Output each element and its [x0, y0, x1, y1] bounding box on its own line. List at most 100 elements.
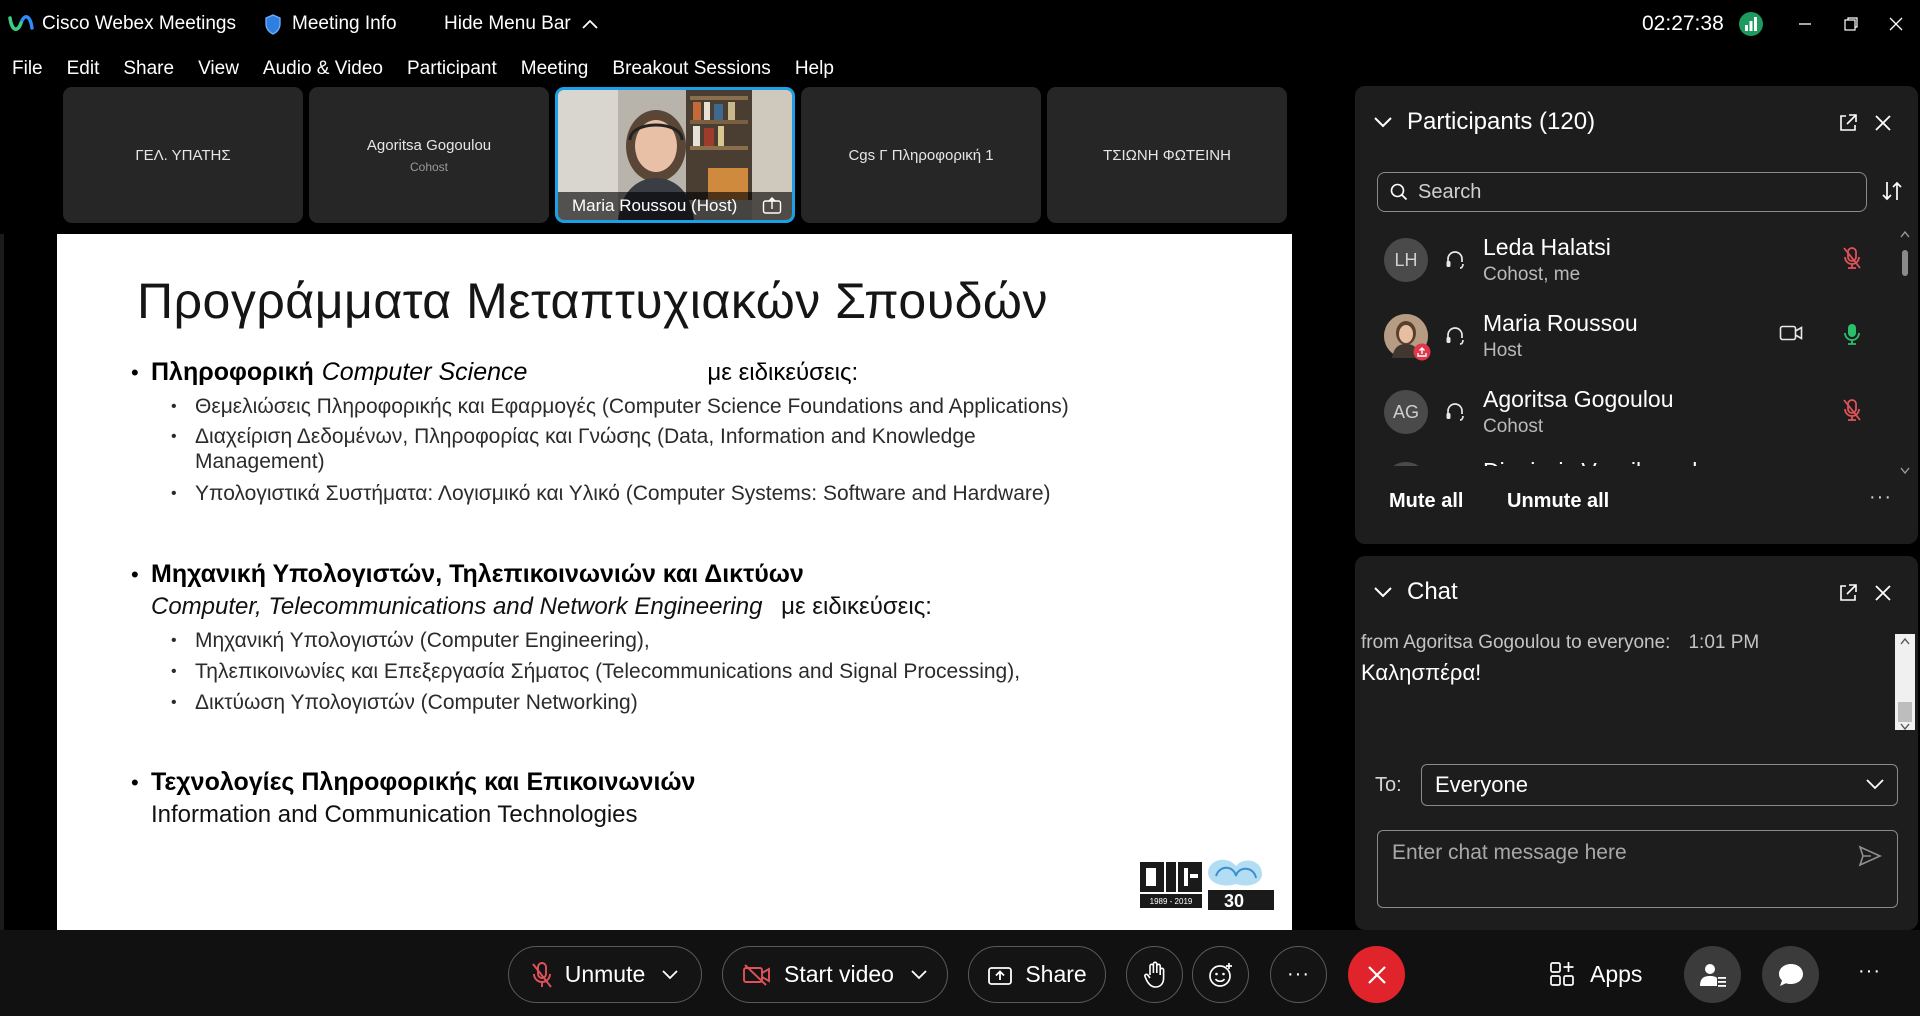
slide-section: • Τεχνολογίες Πληροφορικής και Επικοινων… — [131, 768, 695, 829]
send-icon[interactable] — [1858, 845, 1882, 867]
meeting-info-button[interactable]: Meeting Info — [264, 13, 397, 35]
raise-hand-button[interactable] — [1126, 946, 1183, 1003]
chevron-down-icon[interactable] — [910, 969, 928, 981]
menu-edit[interactable]: Edit — [55, 52, 112, 86]
video-tile-host[interactable]: Maria Roussou (Host) — [555, 87, 795, 223]
menu-meeting[interactable]: Meeting — [509, 52, 601, 86]
collapse-chevron-icon[interactable] — [1373, 585, 1393, 599]
participants-toggle-button[interactable] — [1684, 946, 1741, 1003]
chat-sender: from Agoritsa Gogoulou to everyone: — [1361, 632, 1671, 653]
sharing-indicator-icon — [762, 197, 782, 215]
reactions-button[interactable] — [1192, 946, 1249, 1003]
video-tile[interactable]: Agoritsa Gogoulou Cohost — [309, 87, 549, 223]
search-icon — [1390, 183, 1408, 201]
avatar — [1384, 314, 1431, 361]
section-suffix: με ειδικεύσεις: — [707, 359, 859, 386]
video-tile[interactable]: ΓΕΛ. ΥΠΑΤΗΣ — [63, 87, 303, 223]
mute-all-button[interactable]: Mute all — [1389, 490, 1463, 513]
chevron-down-icon — [1865, 777, 1885, 791]
chevron-down-icon[interactable] — [661, 969, 679, 981]
logo-years: 1989 - 2019 — [1150, 897, 1193, 906]
start-video-button[interactable]: Start video — [722, 946, 948, 1003]
popout-icon[interactable] — [1836, 111, 1860, 135]
search-input[interactable] — [1418, 180, 1858, 204]
search-box[interactable] — [1377, 172, 1867, 212]
sub-list: • Θεμελιώσεις Πληροφορικής και Εφαρμογές … — [171, 391, 1071, 509]
department-logo-icon: 1989 - 2019 30 — [1138, 854, 1276, 912]
webex-logo-icon — [8, 14, 34, 34]
close-icon — [1366, 964, 1388, 986]
apps-label: Apps — [1590, 960, 1643, 987]
chat-toggle-button[interactable] — [1762, 946, 1819, 1003]
close-window-button[interactable] — [1882, 10, 1910, 38]
avatar: AG — [1384, 390, 1428, 434]
unmute-button[interactable]: Unmute — [508, 946, 702, 1003]
hide-menu-label: Hide Menu Bar — [444, 13, 571, 34]
apps-grid-icon — [1548, 960, 1576, 988]
content-left-edge — [0, 234, 4, 930]
chat-input[interactable] — [1384, 835, 1824, 901]
participant-row[interactable]: Maria Roussou Host — [1355, 302, 1895, 374]
network-health-icon[interactable] — [1738, 11, 1764, 37]
elapsed-time: 02:27:38 — [1642, 12, 1724, 35]
participant-row[interactable]: Dionissis Vassilopoulos — [1355, 450, 1895, 466]
tile-role: Cohost — [409, 159, 449, 174]
mic-muted-icon[interactable] — [1842, 246, 1862, 270]
menu-view[interactable]: View — [186, 52, 251, 86]
chat-time: 1:01 PM — [1688, 632, 1760, 653]
hide-menu-bar-button[interactable]: Hide Menu Bar — [444, 13, 599, 35]
menu-audio-video[interactable]: Audio & Video — [251, 52, 395, 86]
chat-scrollbar[interactable] — [1895, 634, 1915, 730]
computer-audio-icon — [1443, 324, 1467, 348]
share-label: Share — [1025, 961, 1087, 987]
participant-row[interactable]: AG Agoritsa Gogoulou Cohost — [1355, 378, 1895, 450]
to-label: To: — [1375, 774, 1402, 796]
share-button[interactable]: Share — [968, 946, 1106, 1003]
avatar — [1384, 462, 1428, 466]
popout-icon[interactable] — [1836, 581, 1860, 605]
chat-bubble-icon — [1777, 962, 1805, 988]
share-screen-icon — [987, 964, 1013, 986]
video-tile[interactable]: Cgs Γ Πληροφορική 1 — [801, 87, 1041, 223]
chat-input-box[interactable] — [1377, 830, 1898, 908]
menu-file[interactable]: File — [0, 52, 55, 86]
list-item: • Δικτύωση Υπολογιστών (Computer Networki… — [171, 691, 638, 714]
leave-meeting-button[interactable] — [1348, 946, 1405, 1003]
meeting-controls-bar: Unmute Start video Share ··· Apps ··· — [0, 930, 1920, 1016]
minimize-button[interactable] — [1791, 10, 1819, 38]
close-icon[interactable] — [1871, 111, 1895, 135]
participant-role: Host — [1483, 340, 1523, 361]
computer-audio-icon — [1443, 400, 1467, 424]
list-item: • Διαχείριση Δεδομένων, Πληροφορίας και Γ… — [171, 425, 976, 473]
menu-share[interactable]: Share — [111, 52, 186, 86]
list-item: • Υπολογιστικά Συστήματα: Λογισμικό και Υ… — [171, 482, 1051, 505]
mic-muted-icon[interactable] — [1842, 398, 1862, 422]
menu-breakout-sessions[interactable]: Breakout Sessions — [600, 52, 782, 86]
collapse-chevron-icon[interactable] — [1373, 115, 1393, 129]
chat-header[interactable]: Chat — [1373, 578, 1458, 606]
list-item: • Μηχανική Υπολογιστών (Computer Engineer… — [171, 629, 650, 652]
recipient-select[interactable]: Everyone — [1421, 764, 1898, 806]
sort-icon[interactable] — [1881, 180, 1903, 202]
section-title-en: Computer Science — [321, 358, 528, 386]
chat-title: Chat — [1407, 578, 1458, 605]
more-panels-icon[interactable]: ··· — [1858, 960, 1881, 983]
title-bar: Cisco Webex Meetings Meeting Info Hide M… — [0, 0, 1920, 50]
close-icon[interactable] — [1871, 581, 1895, 605]
restore-button[interactable] — [1837, 10, 1865, 38]
more-options-button[interactable]: ··· — [1270, 946, 1327, 1003]
participant-row[interactable]: LH Leda Halatsi Cohost, me — [1355, 226, 1895, 298]
avatar: LH — [1384, 238, 1428, 282]
video-tile[interactable]: ΤΣΙΩΝΗ ΦΩΤΕΙΝΗ — [1047, 87, 1287, 223]
participant-list: LH Leda Halatsi Cohost, me Maria Roussou… — [1355, 226, 1895, 466]
apps-button[interactable]: Apps — [1548, 960, 1642, 988]
mic-active-icon[interactable] — [1842, 322, 1862, 346]
participants-header[interactable]: Participants (120) — [1373, 108, 1595, 136]
menu-participant[interactable]: Participant — [395, 52, 509, 86]
menu-help[interactable]: Help — [783, 52, 846, 86]
participant-list-scrollbar[interactable] — [1898, 228, 1912, 478]
unmute-all-button[interactable]: Unmute all — [1507, 490, 1609, 513]
more-options-icon[interactable]: ··· — [1869, 486, 1892, 509]
app-name: Cisco Webex Meetings — [42, 13, 236, 34]
section-title: Τεχνολογίες Πληροφορικής και Επικοινωνιώ… — [151, 768, 696, 796]
